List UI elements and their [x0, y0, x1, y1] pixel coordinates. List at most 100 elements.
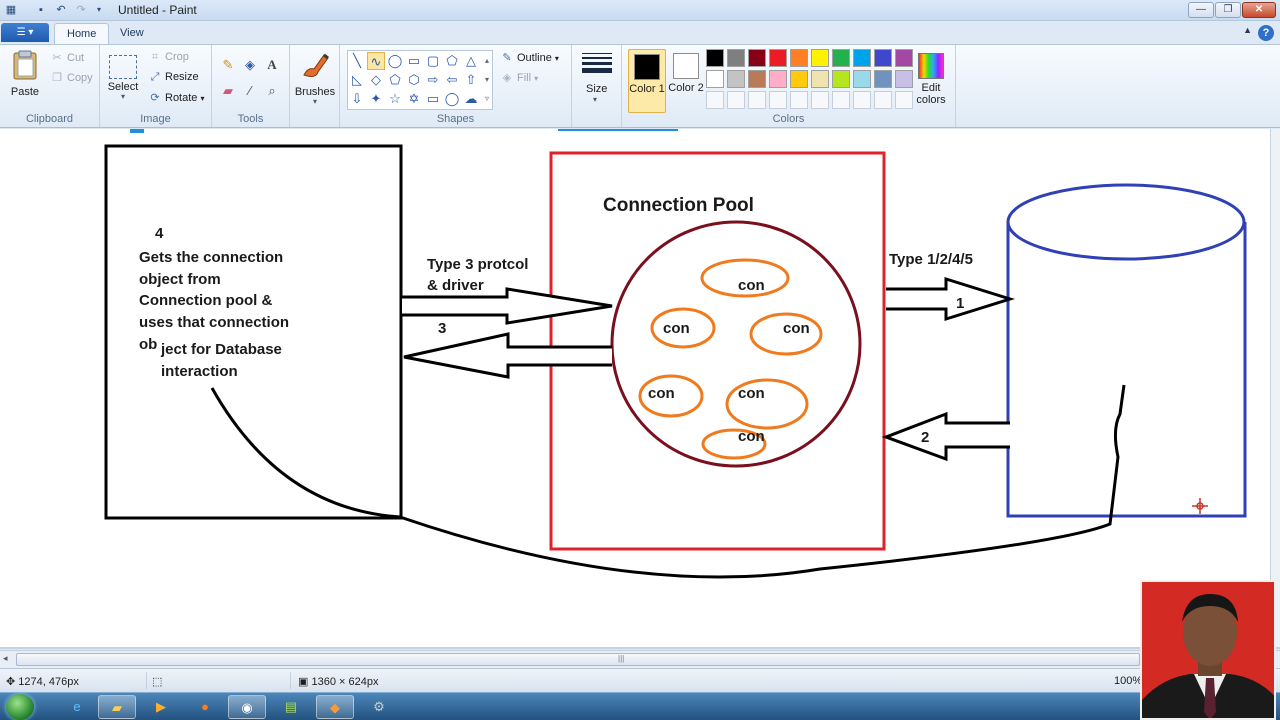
- hexagon-shape-icon[interactable]: ⬡: [405, 71, 423, 89]
- color-swatch[interactable]: [853, 49, 871, 67]
- pentagon-shape-icon[interactable]: ⬠: [386, 71, 404, 89]
- magnifier-icon[interactable]: ⌕: [262, 81, 282, 101]
- scroll-thumb[interactable]: [16, 653, 1140, 666]
- triangle-shape-icon[interactable]: △: [462, 52, 480, 70]
- quick-access-dropdown-icon[interactable]: ▾: [92, 3, 106, 17]
- curve-shape-icon[interactable]: ∿: [367, 52, 385, 70]
- color-swatch[interactable]: [790, 70, 808, 88]
- maximize-button[interactable]: ❐: [1215, 2, 1241, 18]
- color-swatch[interactable]: [874, 49, 892, 67]
- paint-menu-button[interactable]: ☰ ▾: [1, 23, 49, 42]
- crop-button[interactable]: ⌗ Crop: [148, 51, 189, 64]
- color-swatch[interactable]: [748, 70, 766, 88]
- paste-button[interactable]: Paste: [8, 49, 42, 98]
- polygon-shape-icon[interactable]: ⬠: [443, 52, 461, 70]
- select-button[interactable]: Select ▾: [106, 49, 140, 101]
- paint-app-icon[interactable]: ▦: [4, 3, 18, 17]
- color-swatch[interactable]: [811, 70, 829, 88]
- firefox-icon[interactable]: ●: [186, 695, 224, 719]
- custom-color-slot[interactable]: [769, 91, 787, 109]
- media-player-icon[interactable]: ▶: [142, 695, 180, 719]
- save-icon[interactable]: ▪: [34, 3, 48, 17]
- pencil-icon[interactable]: ✎: [218, 55, 238, 75]
- color-swatch[interactable]: [811, 49, 829, 67]
- shapes-scroll-down-icon[interactable]: ▾: [482, 71, 492, 89]
- shapes-scroll-up-icon[interactable]: ▴: [482, 52, 492, 70]
- line-shape-icon[interactable]: ╲: [348, 52, 366, 70]
- six-point-star-shape-icon[interactable]: ✡: [405, 90, 423, 108]
- up-arrow-shape-icon[interactable]: ⇧: [462, 71, 480, 89]
- tab-view[interactable]: View: [108, 23, 156, 44]
- custom-color-slot[interactable]: [790, 91, 808, 109]
- custom-color-slot[interactable]: [727, 91, 745, 109]
- text-icon[interactable]: A: [262, 55, 282, 75]
- color-swatch[interactable]: [769, 49, 787, 67]
- color-swatch[interactable]: [727, 49, 745, 67]
- custom-color-slot[interactable]: [748, 91, 766, 109]
- down-arrow-shape-icon[interactable]: ⇩: [348, 90, 366, 108]
- shapes-expand-icon[interactable]: ▿: [482, 90, 492, 108]
- custom-color-slot[interactable]: [895, 91, 913, 109]
- color-swatch[interactable]: [790, 49, 808, 67]
- brushes-dropdown-icon[interactable]: ▾: [294, 98, 336, 106]
- rotate-button[interactable]: ⟳ Rotate ▾: [148, 91, 204, 104]
- rectangle-shape-icon[interactable]: ▭: [405, 52, 423, 70]
- color-swatch[interactable]: [832, 70, 850, 88]
- scroll-left-icon[interactable]: ◂: [3, 653, 8, 664]
- edit-colors-button[interactable]: Edit colors: [910, 49, 952, 113]
- resize-button[interactable]: ⤢ Resize: [148, 71, 199, 84]
- paint-icon[interactable]: ◆: [316, 695, 354, 719]
- color2-button[interactable]: Color 2: [667, 49, 705, 113]
- start-button[interactable]: [6, 694, 34, 720]
- color-swatch[interactable]: [706, 70, 724, 88]
- folder-icon[interactable]: ▰: [98, 695, 136, 719]
- rounded-rectangle-shape-icon[interactable]: ▢: [424, 52, 442, 70]
- tab-home[interactable]: Home: [54, 23, 110, 44]
- cut-button[interactable]: ✂ Cut: [50, 51, 84, 64]
- left-arrow-shape-icon[interactable]: ⇦: [443, 71, 461, 89]
- size-label[interactable]: Size: [586, 83, 607, 95]
- custom-color-slot[interactable]: [811, 91, 829, 109]
- oval-shape-icon[interactable]: ◯: [386, 52, 404, 70]
- chrome-icon[interactable]: ◉: [228, 695, 266, 719]
- redo-icon[interactable]: ↷: [74, 3, 88, 17]
- color-swatch[interactable]: [874, 70, 892, 88]
- tools-icon[interactable]: ⚙: [360, 695, 398, 719]
- copy-button[interactable]: ❐ Copy: [50, 71, 93, 84]
- color-picker-icon[interactable]: ⁄: [240, 81, 260, 101]
- right-arrow-shape-icon[interactable]: ⇨: [424, 71, 442, 89]
- callout-cloud-shape-icon[interactable]: ☁: [462, 90, 480, 108]
- size-icon[interactable]: [582, 53, 612, 76]
- fill-icon[interactable]: ◈: [240, 55, 260, 75]
- outline-button[interactable]: ✎ Outline ▾: [500, 51, 559, 64]
- custom-color-slot[interactable]: [853, 91, 871, 109]
- color-swatch[interactable]: [706, 49, 724, 67]
- custom-color-slot[interactable]: [874, 91, 892, 109]
- right-triangle-shape-icon[interactable]: ◺: [348, 71, 366, 89]
- color-swatch[interactable]: [895, 49, 913, 67]
- minimize-ribbon-icon[interactable]: ▲: [1243, 25, 1252, 35]
- brushes-button[interactable]: Brushes ▾: [294, 49, 336, 106]
- undo-icon[interactable]: ↶: [54, 3, 68, 17]
- close-button[interactable]: ✕: [1242, 2, 1276, 18]
- minimize-button[interactable]: —: [1188, 2, 1214, 18]
- color-swatch[interactable]: [748, 49, 766, 67]
- drawing-canvas[interactable]: 4 Gets the connection object from Connec…: [0, 129, 1270, 647]
- color-swatch[interactable]: [727, 70, 745, 88]
- color1-button[interactable]: Color 1: [628, 49, 666, 113]
- callout-rect-shape-icon[interactable]: ▭: [424, 90, 442, 108]
- custom-color-slot[interactable]: [706, 91, 724, 109]
- select-dropdown-icon[interactable]: ▾: [106, 93, 140, 101]
- ie-icon[interactable]: e: [58, 695, 96, 719]
- vertical-scrollbar[interactable]: [1270, 129, 1280, 647]
- horizontal-scrollbar[interactable]: ◂ |||: [0, 650, 1280, 668]
- color-swatch[interactable]: [853, 70, 871, 88]
- color-swatch[interactable]: [832, 49, 850, 67]
- five-point-star-shape-icon[interactable]: ☆: [386, 90, 404, 108]
- color-swatch[interactable]: [769, 70, 787, 88]
- color-swatch[interactable]: [895, 70, 913, 88]
- callout-oval-shape-icon[interactable]: ◯: [443, 90, 461, 108]
- fill-button[interactable]: ◈ Fill ▾: [500, 71, 538, 84]
- help-icon[interactable]: ?: [1258, 25, 1274, 41]
- eraser-icon[interactable]: ▰: [218, 81, 238, 101]
